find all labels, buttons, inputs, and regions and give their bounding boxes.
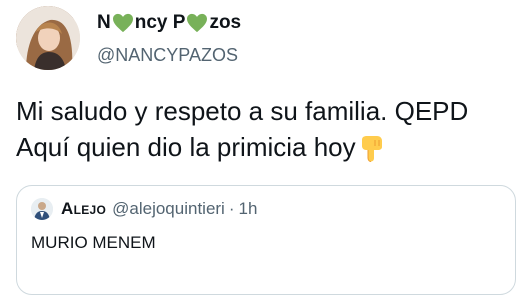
pointing-down-icon — [358, 134, 384, 162]
tweet-text-line-2-text: Aquí quien dio la primicia hoy — [16, 132, 356, 162]
author-name[interactable]: N ncy P zos — [97, 12, 241, 34]
author-avatar[interactable] — [16, 6, 80, 70]
green-heart-icon — [112, 13, 134, 33]
tweet-text: Mi saludo y respeto a su familia. QEPD A… — [16, 93, 506, 165]
quoted-tweet-text: MURIO MENEM — [31, 233, 156, 252]
quoted-tweet-card[interactable]: Alejo @alejoquintieri · 1h MURIO MENEM — [16, 185, 516, 295]
separator-dot: · — [228, 199, 235, 218]
tweet-text-line-2: Aquí quien dio la primicia hoy — [16, 129, 506, 165]
quoted-author-name[interactable]: Alejo — [61, 199, 106, 219]
author-name-part-1: N — [97, 12, 111, 33]
green-heart-icon — [186, 13, 208, 33]
quoted-timestamp[interactable]: 1h — [239, 199, 258, 219]
quoted-author-avatar[interactable] — [31, 198, 53, 220]
author-name-part-2: ncy P — [134, 12, 186, 33]
quoted-tweet-header: Alejo @alejoquintieri · 1h — [31, 198, 257, 220]
author-handle[interactable]: @NANCYPAZOS — [97, 45, 238, 66]
author-name-part-3: zos — [209, 12, 242, 33]
tweet-text-line-1: Mi saludo y respeto a su familia. QEPD — [16, 96, 469, 126]
quoted-author-handle[interactable]: @alejoquintieri — [112, 199, 225, 219]
